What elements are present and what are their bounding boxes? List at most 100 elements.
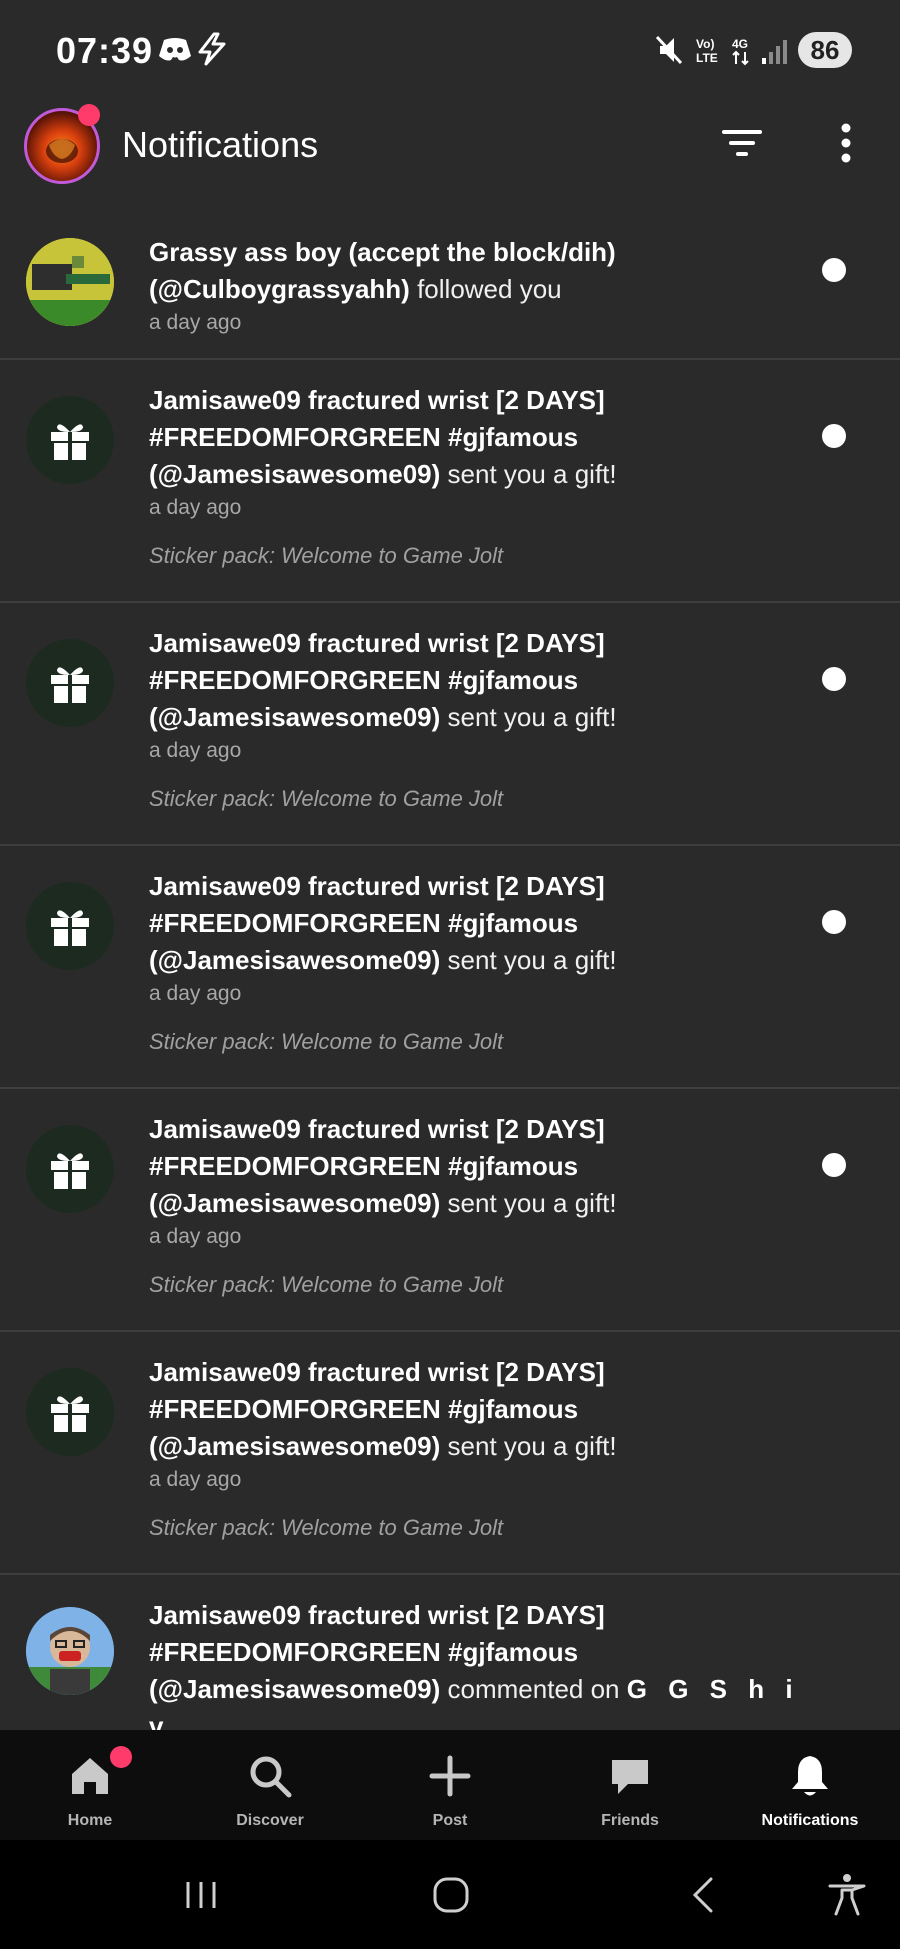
user-avatar[interactable] <box>26 238 114 326</box>
svg-text:LTE: LTE <box>696 51 718 65</box>
notification-content: Jamisawe09 fractured wrist [2 DAYS] #FRE… <box>149 868 809 1057</box>
mute-icon <box>655 35 683 65</box>
user-avatar-image <box>26 238 114 326</box>
gift-avatar <box>26 882 114 970</box>
profile-notification-dot <box>78 104 100 126</box>
notification-action: sent you a gift! <box>447 1431 617 1461</box>
gift-avatar <box>26 396 114 484</box>
notification-author[interactable]: Grassy ass boy (accept the block/dih) <box>149 237 616 267</box>
notification-author[interactable]: Jamisawe09 fractured wrist [2 DAYS] #FRE… <box>149 871 605 938</box>
battery-indicator: 86 <box>798 32 852 68</box>
nav-label: Friends <box>601 1812 659 1829</box>
notification-content: Jamisawe09 fractured wrist [2 DAYS] #FRE… <box>149 1111 809 1300</box>
status-bar: 07:39 Vo) LTE 4G 86 <box>0 0 900 100</box>
notification-author[interactable]: Jamisawe09 fractured wrist [2 DAYS] #FRE… <box>149 628 605 695</box>
notification-item[interactable]: Jamisawe09 fractured wrist [2 DAYS] #FRE… <box>0 603 900 846</box>
nav-label: Discover <box>236 1812 304 1829</box>
notification-detail: Sticker pack: Welcome to Game Jolt <box>149 1515 504 1540</box>
unread-indicator <box>822 910 846 934</box>
notification-content: Jamisawe09 fractured wrist [2 DAYS] #FRE… <box>149 1597 809 1730</box>
accessibility-icon[interactable] <box>822 1870 872 1920</box>
recent-apps-icon[interactable] <box>176 1870 226 1920</box>
nav-label: Notifications <box>761 1812 859 1829</box>
gift-icon <box>51 1153 89 1189</box>
notification-detail: Sticker pack: Welcome to Game Jolt <box>149 543 504 568</box>
notifications-list: Grassy ass boy (accept the block/dih) (@… <box>0 210 900 1730</box>
gift-avatar <box>26 1368 114 1456</box>
gift-icon <box>51 424 89 460</box>
more-vertical-icon <box>841 123 851 163</box>
unread-indicator <box>822 1153 846 1177</box>
back-icon[interactable] <box>680 1870 730 1920</box>
notification-author[interactable]: Jamisawe09 fractured wrist [2 DAYS] #FRE… <box>149 1357 605 1424</box>
notification-handle[interactable]: (@Jamesisawesome09) <box>149 702 440 732</box>
nav-label: Home <box>67 1812 113 1829</box>
notification-action: sent you a gift! <box>447 459 617 489</box>
nav-label: Post <box>432 1812 468 1829</box>
notification-handle[interactable]: (@Culboygrassyahh) <box>149 274 410 304</box>
unread-indicator <box>822 258 846 282</box>
notification-item[interactable]: Jamisawe09 fractured wrist [2 DAYS] #FRE… <box>0 360 900 603</box>
gift-icon <box>51 667 89 703</box>
notification-author[interactable]: Jamisawe09 fractured wrist [2 DAYS] #FRE… <box>149 1114 605 1181</box>
notification-item[interactable]: Jamisawe09 fractured wrist [2 DAYS] #FRE… <box>0 1575 900 1730</box>
notification-time: a day ago <box>149 311 242 334</box>
notification-action: sent you a gift! <box>447 945 617 975</box>
page-title: Notifications <box>122 124 319 165</box>
notification-action: sent you a gift! <box>447 1188 617 1218</box>
user-avatar[interactable] <box>26 1607 114 1695</box>
notification-content: Jamisawe09 fractured wrist [2 DAYS] #FRE… <box>149 382 809 571</box>
home-system-icon[interactable] <box>426 1870 476 1920</box>
gift-avatar <box>26 639 114 727</box>
filter-icon <box>722 130 762 156</box>
notification-time: a day ago <box>149 739 242 762</box>
svg-text:4G: 4G <box>732 37 748 51</box>
notification-action: sent you a gift! <box>447 702 617 732</box>
status-time: 07:39 <box>56 30 154 71</box>
nav-discover[interactable]: Discover <box>180 1730 360 1840</box>
notification-item[interactable]: Jamisawe09 fractured wrist [2 DAYS] #FRE… <box>0 846 900 1089</box>
svg-text:Vo): Vo) <box>696 37 714 51</box>
user-avatar-image <box>26 1607 114 1695</box>
discord-icon <box>159 38 191 61</box>
notification-content: Jamisawe09 fractured wrist [2 DAYS] #FRE… <box>149 1354 809 1543</box>
notification-time: a day ago <box>149 1468 242 1491</box>
notification-detail: Sticker pack: Welcome to Game Jolt <box>149 1029 504 1054</box>
notification-detail: Sticker pack: Welcome to Game Jolt <box>149 1272 504 1297</box>
notification-handle[interactable]: (@Jamesisawesome09) <box>149 945 440 975</box>
notification-time: a day ago <box>149 982 242 1005</box>
search-icon <box>250 1756 292 1798</box>
volte-icon: Vo) LTE <box>696 37 718 65</box>
notification-handle[interactable]: (@Jamesisawesome09) <box>149 1674 440 1704</box>
home-icon <box>72 1758 108 1794</box>
system-navigation-bar <box>0 1840 900 1949</box>
notification-author[interactable]: Jamisawe09 fractured wrist [2 DAYS] #FRE… <box>149 385 605 452</box>
gift-icon <box>51 1396 89 1432</box>
notification-handle[interactable]: (@Jamesisawesome09) <box>149 1188 440 1218</box>
filter-button[interactable] <box>718 120 768 170</box>
notification-content: Jamisawe09 fractured wrist [2 DAYS] #FRE… <box>149 625 809 814</box>
notification-author[interactable]: Jamisawe09 fractured wrist [2 DAYS] #FRE… <box>149 1600 605 1667</box>
plus-icon <box>429 1755 471 1797</box>
nav-notifications[interactable]: Notifications <box>720 1730 900 1840</box>
home-notification-badge <box>110 1746 132 1768</box>
chat-icon <box>612 1760 648 1794</box>
notification-action: commented on <box>447 1674 620 1704</box>
notification-item[interactable]: Jamisawe09 fractured wrist [2 DAYS] #FRE… <box>0 1332 900 1575</box>
notification-handle[interactable]: (@Jamesisawesome09) <box>149 1431 440 1461</box>
bell-icon <box>792 1756 828 1796</box>
notification-item[interactable]: Jamisawe09 fractured wrist [2 DAYS] #FRE… <box>0 1089 900 1332</box>
notification-handle[interactable]: (@Jamesisawesome09) <box>149 459 440 489</box>
notification-action: followed you <box>417 274 562 304</box>
notification-content: Grassy ass boy (accept the block/dih) (@… <box>149 234 809 338</box>
app-header: Notifications <box>0 100 900 200</box>
gift-icon <box>51 910 89 946</box>
notification-item[interactable]: Grassy ass boy (accept the block/dih) (@… <box>0 210 900 360</box>
notification-time: a day ago <box>149 1225 242 1248</box>
4g-icon: 4G <box>732 37 749 66</box>
more-options-button[interactable] <box>826 120 866 170</box>
bolt-icon <box>198 32 226 66</box>
nav-friends[interactable]: Friends <box>540 1730 720 1840</box>
nav-post[interactable]: Post <box>360 1730 540 1840</box>
nav-home[interactable]: Home <box>0 1730 180 1840</box>
